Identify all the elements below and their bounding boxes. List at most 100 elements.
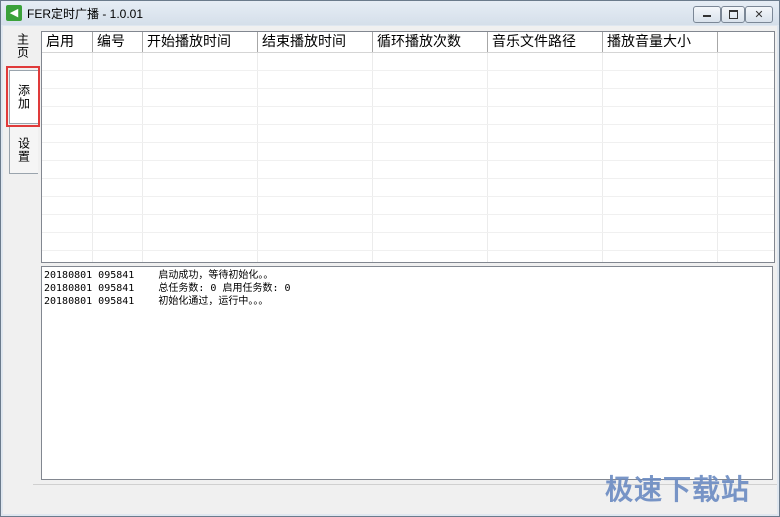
column-header-volume[interactable]: 播放音量大小 — [603, 32, 718, 52]
log-line: 20180801 095841 总任务数: 0 启用任务数: 0 — [44, 283, 291, 294]
table-cell — [603, 89, 718, 106]
table-cell — [603, 233, 718, 250]
tab-settings[interactable]: 设置 — [9, 126, 38, 174]
table-cell — [42, 89, 93, 106]
table-cell — [603, 179, 718, 196]
table-cell — [93, 179, 143, 196]
column-header-music-path[interactable]: 音乐文件路径 — [488, 32, 603, 52]
table-cell — [603, 53, 718, 70]
close-button[interactable]: ✕ — [745, 6, 773, 23]
column-header-number[interactable]: 编号 — [93, 32, 143, 52]
table-cell — [603, 125, 718, 142]
table-cell — [603, 251, 718, 262]
table-row[interactable] — [42, 107, 774, 125]
table-row[interactable] — [42, 251, 774, 262]
table-cell — [143, 197, 258, 214]
task-table[interactable]: 启用 编号 开始播放时间 结束播放时间 循环播放次数 音乐文件路径 播放音量大小 — [41, 31, 775, 263]
window-title: FER定时广播 - 1.0.01 — [27, 7, 144, 21]
table-cell — [258, 197, 373, 214]
table-cell — [373, 125, 488, 142]
table-cell — [258, 71, 373, 88]
table-cell — [488, 125, 603, 142]
maximize-icon — [728, 10, 738, 19]
table-row[interactable] — [42, 143, 774, 161]
log-output[interactable]: 20180801 095841 启动成功，等待初始化。。 20180801 095… — [41, 266, 773, 480]
table-cell — [603, 143, 718, 160]
table-cell — [143, 179, 258, 196]
table-cell — [42, 233, 93, 250]
table-cell — [373, 197, 488, 214]
tab-home[interactable]: 主页 — [9, 28, 37, 64]
table-cell — [42, 197, 93, 214]
column-header-start-time[interactable]: 开始播放时间 — [143, 32, 258, 52]
table-row[interactable] — [42, 89, 774, 107]
table-cell — [488, 233, 603, 250]
table-cell — [143, 107, 258, 124]
table-cell — [258, 143, 373, 160]
table-cell — [373, 107, 488, 124]
table-cell — [373, 53, 488, 70]
table-cell — [488, 107, 603, 124]
table-cell — [143, 161, 258, 178]
table-cell — [373, 71, 488, 88]
log-line: 20180801 095841 启动成功，等待初始化。。 — [44, 270, 274, 281]
table-cell — [42, 143, 93, 160]
table-cell — [93, 251, 143, 262]
table-cell — [373, 143, 488, 160]
table-cell — [93, 53, 143, 70]
table-row[interactable] — [42, 179, 774, 197]
table-row[interactable] — [42, 71, 774, 89]
column-header-loop-count[interactable]: 循环播放次数 — [373, 32, 488, 52]
table-cell — [143, 125, 258, 142]
table-row[interactable] — [42, 53, 774, 71]
table-cell — [603, 161, 718, 178]
table-cell — [258, 53, 373, 70]
table-cell — [488, 71, 603, 88]
table-cell — [258, 179, 373, 196]
title-bar[interactable]: ◀ FER定时广播 - 1.0.01 ✕ — [1, 1, 779, 25]
table-cell — [93, 71, 143, 88]
table-cell — [373, 161, 488, 178]
close-icon: ✕ — [754, 8, 764, 21]
table-row[interactable] — [42, 161, 774, 179]
table-cell — [42, 215, 93, 232]
table-cell — [258, 251, 373, 262]
table-cell — [143, 215, 258, 232]
table-cell — [488, 179, 603, 196]
client-area: 主页 添加 设置 启用 编号 开始播放时间 结束播放时间 循环播放次数 音乐文件… — [3, 26, 777, 514]
speaker-icon: ◀ — [6, 5, 22, 21]
column-header-end-time[interactable]: 结束播放时间 — [258, 32, 373, 52]
table-cell — [93, 161, 143, 178]
table-row[interactable] — [42, 233, 774, 251]
table-cell — [373, 233, 488, 250]
table-cell — [373, 89, 488, 106]
table-header: 启用 编号 开始播放时间 结束播放时间 循环播放次数 音乐文件路径 播放音量大小 — [42, 32, 774, 53]
table-cell — [258, 215, 373, 232]
column-header-enabled[interactable]: 启用 — [42, 32, 93, 52]
table-cell — [373, 179, 488, 196]
table-cell — [258, 161, 373, 178]
table-cell — [93, 197, 143, 214]
table-cell — [143, 71, 258, 88]
table-row[interactable] — [42, 215, 774, 233]
minimize-button[interactable] — [693, 6, 721, 23]
table-cell — [42, 71, 93, 88]
table-cell — [93, 107, 143, 124]
maximize-button[interactable] — [721, 6, 745, 23]
tab-settings-label: 设置 — [16, 137, 31, 163]
table-cell — [42, 125, 93, 142]
table-cell — [258, 89, 373, 106]
table-cell — [93, 143, 143, 160]
table-cell — [488, 89, 603, 106]
table-cell — [93, 125, 143, 142]
table-row[interactable] — [42, 197, 774, 215]
table-cell — [373, 215, 488, 232]
table-cell — [93, 89, 143, 106]
table-cell — [42, 161, 93, 178]
table-cell — [373, 251, 488, 262]
table-cell — [42, 179, 93, 196]
table-cell — [143, 143, 258, 160]
watermark-text: 极速下载站 — [605, 473, 751, 506]
table-row[interactable] — [42, 125, 774, 143]
table-cell — [488, 215, 603, 232]
